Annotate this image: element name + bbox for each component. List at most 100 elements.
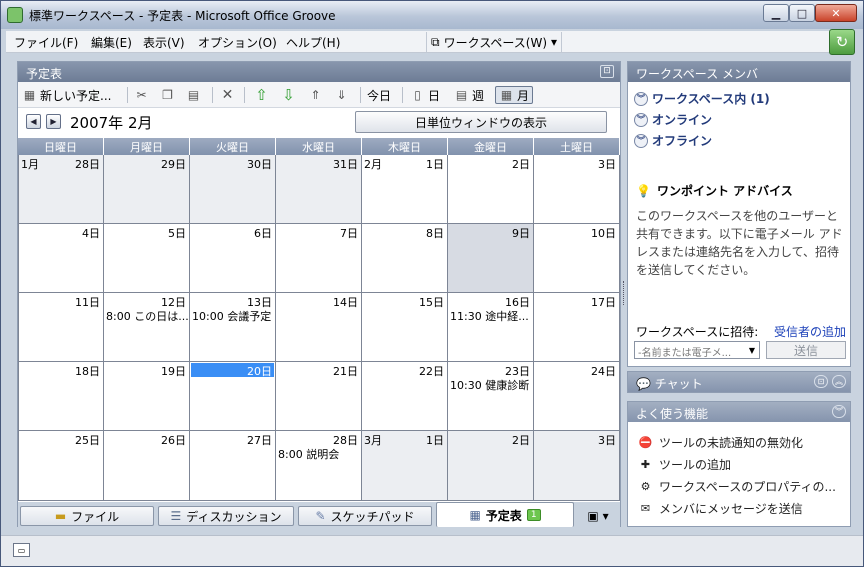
chevron-down-icon: ▾ [602, 509, 609, 523]
day-cell[interactable]: 6日 [190, 224, 276, 293]
day-cell[interactable]: 28日 8:00 説明会 [276, 431, 362, 501]
tab-calendar[interactable]: ▦ 予定表 1 [436, 502, 574, 527]
day-cell[interactable]: 25日 [18, 431, 104, 501]
day-cell[interactable]: 23日 10:30 健康診断 [448, 362, 534, 431]
calendar-event[interactable]: 10:00 会議予定 [192, 308, 271, 324]
splitter-grip[interactable] [623, 281, 626, 305]
tab-files[interactable]: ▬ ファイル [20, 506, 154, 526]
day-cell[interactable]: 22日 [362, 362, 448, 431]
day-cell[interactable]: 18日 [18, 362, 104, 431]
new-appointment-icon: ▦ [23, 88, 36, 102]
day-cell[interactable]: 29日 [104, 155, 190, 224]
day-cell[interactable]: 30日 [190, 155, 276, 224]
day-cell[interactable]: 8日 [362, 224, 448, 293]
close-button[interactable]: ✕ [815, 4, 857, 22]
calendar-event[interactable]: 11:30 途中経... [450, 308, 529, 324]
day-cell[interactable]: 15日 [362, 293, 448, 362]
day-cell[interactable]: 19日 [104, 362, 190, 431]
previous-unread-button[interactable]: ⇑ [308, 86, 323, 104]
menu-edit[interactable]: 編集(E) [91, 34, 132, 51]
pin-icon[interactable]: ⊡ [814, 375, 828, 388]
day-cell[interactable]: 3日 [534, 155, 620, 224]
menu-help[interactable]: ヘルプ(H) [286, 34, 340, 51]
day-number: 26日 [161, 434, 186, 447]
day-number: 1日 [426, 434, 444, 447]
delete-button[interactable]: ✕ [220, 86, 235, 104]
day-cell[interactable]: 4日 [18, 224, 104, 293]
day-cell[interactable]: 28日 1月 [18, 155, 104, 224]
status-bar: ▭ [1, 535, 863, 566]
maximize-button[interactable]: □ [789, 4, 815, 22]
day-cell[interactable]: 3日 [534, 431, 620, 501]
send-invite-button[interactable]: 送信 [766, 341, 846, 359]
add-tool-button[interactable]: ▣ ▾ [578, 506, 618, 526]
day-cell[interactable]: 27日 [190, 431, 276, 501]
fav-add-tool[interactable]: ✚ ツールの追加 [638, 456, 731, 473]
menu-file[interactable]: ファイル(F) [14, 34, 78, 51]
day-cell[interactable]: 14日 [276, 293, 362, 362]
month-view-label: 月 [517, 88, 530, 103]
day-cell[interactable]: 9日 [448, 224, 534, 293]
fav-disable-unread[interactable]: ⛔ ツールの未読通知の無効化 [638, 434, 803, 451]
day-cell[interactable]: 21日 [276, 362, 362, 431]
title-bar: 標準ワークスペース - 予定表 - Microsoft Office Groov… [1, 1, 863, 29]
add-recipients-link[interactable]: 受信者の追加 [774, 323, 846, 340]
unread-off-icon: ⛔ [638, 436, 653, 449]
fav-workspace-properties[interactable]: ⚙ ワークスペースのプロパティの... [638, 478, 836, 495]
invite-recipient-input[interactable]: -名前または電子メ... [634, 341, 760, 359]
day-cell[interactable]: 31日 [276, 155, 362, 224]
day-cell[interactable]: 1日 3月 [362, 431, 448, 501]
workspace-menu[interactable]: ⧉ ワークスペース(W) ▾ [426, 32, 563, 52]
day-cell[interactable]: 12日 8:00 この日は... [104, 293, 190, 362]
double-chevron-up-icon[interactable]: ︽ [832, 375, 846, 388]
day-cell[interactable]: 5日 [104, 224, 190, 293]
month-view-button[interactable]: ▦ 月 [495, 86, 534, 104]
groove-launchbar-icon[interactable]: ↻ [829, 29, 855, 55]
new-appointment-button[interactable]: ▦ 新しい予定... [22, 86, 112, 104]
day-cell[interactable]: 1日 2月 [362, 155, 448, 224]
day-cell[interactable]: 13日 10:00 会議予定 [190, 293, 276, 362]
previous-month-button[interactable]: ◀ [26, 114, 41, 129]
pin-icon[interactable]: ⊡ [600, 65, 614, 78]
day-cell[interactable]: 26日 [104, 431, 190, 501]
next-unread-button[interactable]: ⇓ [334, 86, 349, 104]
today-button[interactable]: 今日 [367, 86, 391, 104]
previous-item-button[interactable]: ⇧ [254, 86, 269, 104]
menu-view[interactable]: 表示(V) [143, 34, 185, 51]
tip-heading: 💡 ワンポイント アドバイス [636, 182, 793, 199]
paste-button[interactable]: ▤ [186, 86, 201, 104]
members-offline[interactable]: ︾ オフライン [634, 132, 712, 149]
day-number: 14日 [333, 296, 358, 309]
double-chevron-down-icon[interactable]: ︾ [832, 405, 846, 418]
calendar-event[interactable]: 8:00 この日は... [106, 308, 189, 324]
day-cell[interactable]: 7日 [276, 224, 362, 293]
day-cell[interactable]: 10日 [534, 224, 620, 293]
tab-sketchpad[interactable]: ✎ スケッチパッド [298, 506, 432, 526]
next-item-button[interactable]: ⇩ [281, 86, 296, 104]
copy-button[interactable]: ❐ [160, 86, 175, 104]
minimize-button[interactable]: ▁ [763, 4, 789, 22]
calendar-event[interactable]: 8:00 説明会 [278, 446, 339, 462]
day-cell[interactable]: 20日 [190, 362, 276, 431]
cut-button[interactable]: ✂ [134, 86, 149, 104]
next-month-button[interactable]: ▶ [46, 114, 61, 129]
chevron-down-icon[interactable]: ▼ [746, 342, 758, 358]
day-cell[interactable]: 2日 [448, 431, 534, 501]
day-view-button[interactable]: ▯ 日 [410, 86, 440, 104]
day-cell[interactable]: 24日 [534, 362, 620, 431]
day-cell[interactable]: 17日 [534, 293, 620, 362]
fav-send-message[interactable]: ✉ メンバにメッセージを送信 [638, 500, 803, 517]
day-cell[interactable]: 16日 11:30 途中経... [448, 293, 534, 362]
members-in-workspace[interactable]: ︾ ワークスペース内 (1) [634, 90, 770, 107]
menu-options[interactable]: オプション(O) [198, 34, 277, 51]
week-view-button[interactable]: ▤ 週 [454, 86, 484, 104]
calendar-event[interactable]: 10:30 健康診断 [450, 377, 529, 393]
day-cell[interactable]: 2日 [448, 155, 534, 224]
show-day-window-button[interactable]: 日単位ウィンドウの表示 [355, 111, 607, 133]
status-icon[interactable]: ▭ [13, 543, 30, 557]
month-view-icon: ▦ [500, 88, 513, 102]
day-cell[interactable]: 11日 [18, 293, 104, 362]
chat-panel-header[interactable]: 💬 チャット ⊡ ︽ [627, 371, 851, 393]
tab-discussion[interactable]: ☰ ディスカッション [158, 506, 294, 526]
members-online[interactable]: ︾ オンライン [634, 111, 712, 128]
